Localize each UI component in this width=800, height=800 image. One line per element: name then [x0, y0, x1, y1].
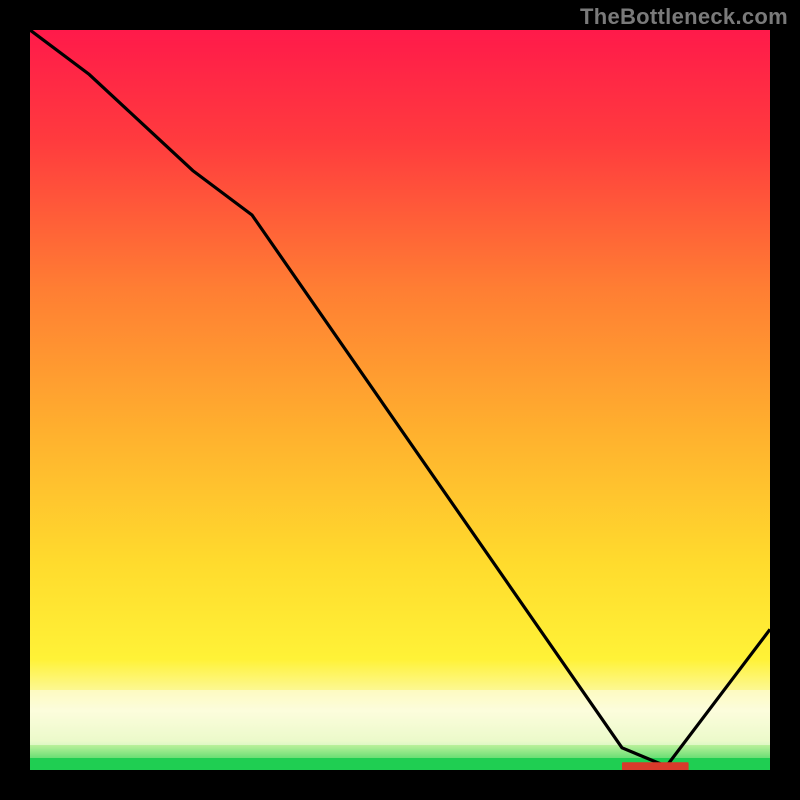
gradient-background: [30, 30, 770, 770]
plot-svg: [30, 30, 770, 770]
plot-area: [30, 30, 770, 770]
pale-band: [30, 690, 770, 745]
optimum-marker: [622, 762, 689, 770]
watermark-text: TheBottleneck.com: [580, 4, 788, 30]
chart-frame: TheBottleneck.com: [0, 0, 800, 800]
